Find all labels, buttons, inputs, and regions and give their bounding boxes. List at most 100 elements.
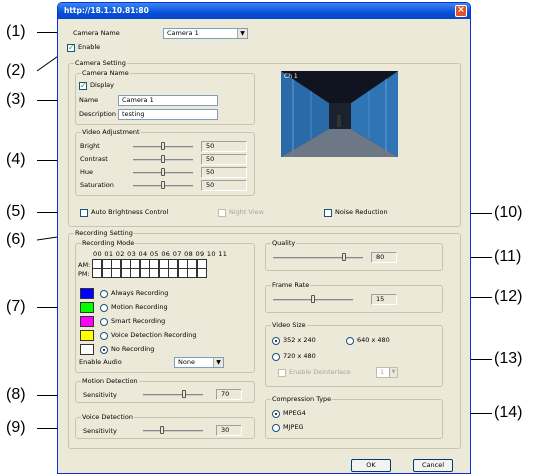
- mode-color-swatch-1: [80, 302, 94, 313]
- schedule-cell[interactable]: [158, 268, 169, 278]
- callout-12: (12): [494, 288, 523, 305]
- enable-audio-label: Enable Audio: [79, 358, 122, 366]
- cancel-button[interactable]: Cancel: [413, 459, 453, 472]
- mode-radio-4[interactable]: [100, 346, 108, 354]
- motion-sensitivity-label: Sensitivity: [83, 391, 117, 399]
- callout-1: (1): [6, 23, 26, 40]
- callout-5: (5): [6, 203, 26, 220]
- preview-overlay-label: Ch 1: [284, 73, 298, 80]
- camera-preview: Ch 1: [281, 71, 398, 157]
- adjust-value-3: 50: [201, 180, 247, 191]
- size-352-radio[interactable]: [272, 337, 280, 345]
- description-input[interactable]: testing: [118, 109, 218, 120]
- size-640-radio[interactable]: [346, 337, 354, 345]
- adjust-slider-thumb-3[interactable]: [161, 181, 165, 189]
- frame-rate-value: 15: [371, 294, 397, 305]
- enable-label: Enable: [78, 43, 101, 51]
- compression-title: Compression Type: [271, 395, 333, 404]
- voice-sensitivity-thumb[interactable]: [159, 426, 164, 434]
- mpeg4-label: MPEG4: [283, 409, 306, 417]
- name-label: Name: [79, 96, 99, 104]
- quality-thumb[interactable]: [341, 253, 346, 261]
- auto-brightness-checkbox[interactable]: [80, 209, 88, 217]
- schedule-cell[interactable]: [187, 268, 197, 278]
- close-button[interactable]: ×: [455, 5, 467, 17]
- camera-select[interactable]: Camera 1 ▼: [163, 28, 248, 39]
- schedule-cell[interactable]: [139, 268, 150, 278]
- schedule-cell[interactable]: [101, 268, 112, 278]
- callout-6: (6): [6, 231, 26, 248]
- mode-label-2: Smart Recording: [111, 317, 166, 325]
- callout-14: (14): [494, 404, 523, 421]
- night-view-label: Night View: [229, 208, 264, 216]
- deinterlace-select[interactable]: 1 ▼: [376, 367, 398, 378]
- motion-sensitivity-thumb[interactable]: [182, 390, 187, 398]
- mode-radio-2[interactable]: [100, 318, 108, 326]
- mode-radio-3[interactable]: [100, 332, 108, 340]
- schedule-cell[interactable]: [111, 268, 121, 278]
- mode-color-swatch-2: [80, 316, 94, 327]
- schedule-cell[interactable]: [168, 268, 178, 278]
- schedule-cell[interactable]: [177, 268, 188, 278]
- camera-name-label: Camera Name: [73, 29, 120, 37]
- night-view-checkbox[interactable]: [218, 209, 226, 217]
- callout-4: (4): [6, 151, 26, 168]
- adjust-label-1: Contrast: [80, 155, 108, 163]
- ok-button[interactable]: OK: [351, 459, 391, 472]
- voice-sensitivity-track[interactable]: [143, 430, 203, 432]
- display-label: Display: [90, 81, 114, 89]
- adjust-slider-thumb-0[interactable]: [161, 142, 165, 150]
- callout-2: (2): [6, 62, 26, 79]
- mpeg4-radio[interactable]: [272, 410, 280, 418]
- adjust-value-1: 50: [201, 154, 247, 165]
- frame-rate-title: Frame Rate: [271, 281, 311, 290]
- callout-13: (13): [494, 350, 523, 367]
- size-640-label: 640 x 480: [357, 336, 390, 344]
- adjust-slider-thumb-2[interactable]: [161, 168, 165, 176]
- adjust-value-0: 50: [201, 141, 247, 152]
- size-720-radio[interactable]: [272, 353, 280, 361]
- quality-title: Quality: [271, 239, 297, 248]
- deinterlace-checkbox[interactable]: [278, 369, 286, 377]
- noise-reduction-label: Noise Reduction: [335, 208, 388, 216]
- mode-label-1: Motion Recording: [111, 303, 168, 311]
- quality-track[interactable]: [273, 257, 363, 259]
- mode-radio-1[interactable]: [100, 304, 108, 312]
- schedule-cell[interactable]: [196, 268, 207, 278]
- enable-checkbox[interactable]: ✓: [67, 44, 75, 52]
- voice-detection-title: Voice Detection: [81, 413, 134, 422]
- schedule-cell[interactable]: [120, 268, 131, 278]
- title-bar: http://18.1.10.81:80 ×: [58, 3, 470, 19]
- corridor-image: [281, 71, 398, 157]
- display-checkbox[interactable]: ✓: [79, 82, 87, 90]
- compression-group: Compression Type: [265, 395, 443, 439]
- description-label: Description: [79, 110, 117, 118]
- frame-rate-thumb[interactable]: [311, 295, 315, 303]
- enable-audio-value: None: [178, 358, 195, 366]
- adjust-label-2: Hue: [80, 168, 94, 176]
- chevron-down-icon: ▼: [389, 368, 397, 377]
- adjust-value-2: 50: [201, 167, 247, 178]
- schedule-cell[interactable]: [149, 268, 159, 278]
- schedule-cell[interactable]: [92, 268, 102, 278]
- mode-radio-0[interactable]: [100, 290, 108, 298]
- mode-label-0: Always Recording: [111, 289, 169, 297]
- mjpeg-radio[interactable]: [272, 424, 280, 432]
- mjpeg-label: MJPEG: [283, 423, 304, 431]
- motion-sensitivity-value: 70: [216, 389, 242, 400]
- callout-3: (3): [6, 91, 26, 108]
- chevron-down-icon: ▼: [213, 358, 223, 367]
- adjust-slider-thumb-1[interactable]: [161, 155, 165, 163]
- noise-reduction-checkbox[interactable]: [324, 209, 332, 217]
- schedule-cell[interactable]: [130, 268, 140, 278]
- recording-setting-title: Recording Setting: [74, 229, 134, 238]
- video-size-title: Video Size: [271, 321, 307, 330]
- mode-color-swatch-4: [80, 344, 94, 355]
- name-input[interactable]: Camera 1: [118, 95, 218, 106]
- auto-brightness-label: Auto Brightness Control: [91, 208, 169, 216]
- motion-sensitivity-track[interactable]: [143, 394, 203, 396]
- callout-9: (9): [6, 419, 26, 436]
- callout-11: (11): [494, 248, 522, 265]
- enable-audio-select[interactable]: None ▼: [174, 357, 224, 368]
- voice-sensitivity-label: Sensitivity: [83, 427, 117, 435]
